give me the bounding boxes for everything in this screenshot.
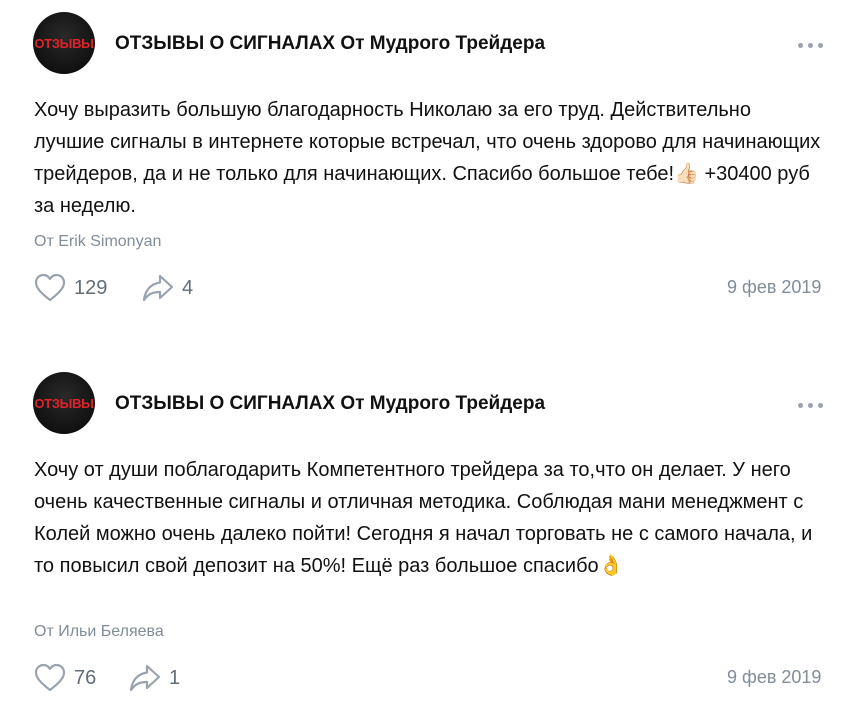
share-button[interactable]: 1	[129, 662, 180, 694]
group-name-link[interactable]: ОТЗЫВЫ О СИГНАЛАХ От Мудрого Трейдера	[115, 33, 545, 55]
post-date[interactable]: 9 фев 2019	[727, 667, 821, 688]
post-date[interactable]: 9 фев 2019	[727, 277, 821, 298]
post-author[interactable]: От Ильи Беляева	[34, 623, 164, 641]
share-count: 1	[169, 666, 181, 689]
like-button[interactable]: 76	[34, 662, 96, 694]
share-button[interactable]: 4	[142, 272, 193, 304]
post-text: Хочу выразить большую благодарность Нико…	[34, 99, 821, 217]
post-text: Хочу от души поблагодарить Компетентного…	[34, 459, 813, 577]
group-avatar[interactable]: ОТЗЫВЫ	[33, 372, 95, 434]
like-count: 129	[74, 276, 108, 299]
avatar-logo-text: ОТЗЫВЫ	[34, 396, 94, 411]
share-arrow-icon	[129, 664, 161, 692]
like-count: 76	[74, 666, 97, 689]
more-dots-icon[interactable]	[798, 398, 824, 412]
post-author[interactable]: От Erik Simonyan	[34, 233, 161, 251]
heart-icon	[34, 273, 66, 302]
like-button[interactable]: 129	[34, 272, 107, 304]
more-dots-icon[interactable]	[798, 38, 824, 52]
group-avatar[interactable]: ОТЗЫВЫ	[33, 12, 95, 74]
group-name-link[interactable]: ОТЗЫВЫ О СИГНАЛАХ От Мудрого Трейдера	[115, 393, 545, 415]
share-arrow-icon	[142, 274, 174, 302]
share-count: 4	[182, 276, 194, 299]
avatar-logo-text: ОТЗЫВЫ	[34, 36, 94, 51]
heart-icon	[34, 663, 66, 692]
